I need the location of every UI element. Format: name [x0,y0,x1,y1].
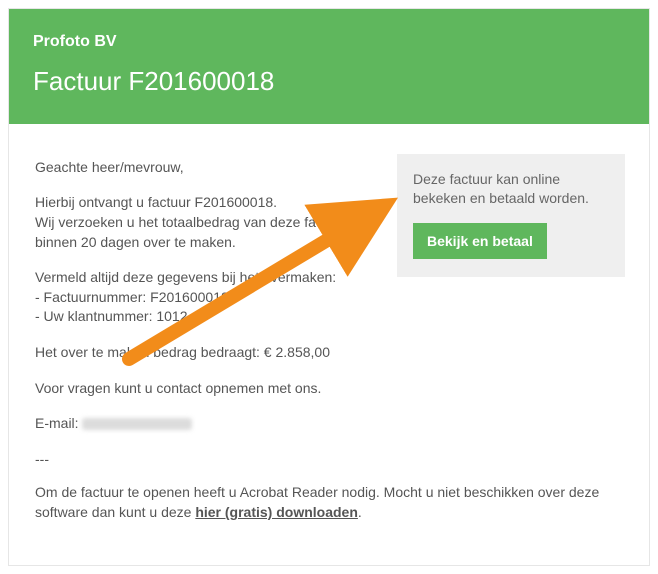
detail-client: - Uw klantnummer: 1012 [35,308,188,324]
details-intro: Vermeld altijd deze gegevens bij het ove… [35,269,336,285]
download-reader-link[interactable]: hier (gratis) downloaden [195,504,358,520]
detail-invoice: - Factuurnummer: F201600018 [35,289,229,305]
footer-section: --- Om de factuur te openen heeft u Acro… [35,450,623,523]
email-line: E-mail: [35,414,365,434]
footnote-post: . [358,504,362,520]
intro-paragraph: Hierbij ontvangt u factuur F201600018. W… [35,193,365,252]
email-label: E-mail: [35,415,82,431]
separator: --- [35,450,623,470]
view-and-pay-button[interactable]: Bekijk en betaal [413,223,547,259]
redacted-email [82,418,192,430]
amount-line: Het over te maken bedrag bedraagt: € 2.8… [35,343,365,363]
sidebar-info: Deze factuur kan online bekeken en betaa… [413,170,609,209]
message-column: Geachte heer/mevrouw, Hierbij ontvangt u… [35,158,365,434]
sidebar-box: Deze factuur kan online bekeken en betaa… [397,154,625,277]
header: Profoto BV Factuur F201600018 [9,9,649,124]
company-name: Profoto BV [33,31,625,53]
intro-line-1: Hierbij ontvangt u factuur F201600018. [35,194,277,210]
contact-line: Voor vragen kunt u contact opnemen met o… [35,379,365,399]
salutation: Geachte heer/mevrouw, [35,158,365,178]
details-paragraph: Vermeld altijd deze gegevens bij het ove… [35,268,365,327]
email-body: Deze factuur kan online bekeken en betaa… [9,124,649,565]
email-card: Profoto BV Factuur F201600018 Deze factu… [8,8,650,566]
page-title: Factuur F201600018 [33,63,625,99]
intro-line-2: Wij verzoeken u het totaalbedrag van dez… [35,214,347,250]
footnote: Om de factuur te openen heeft u Acrobat … [35,483,623,522]
